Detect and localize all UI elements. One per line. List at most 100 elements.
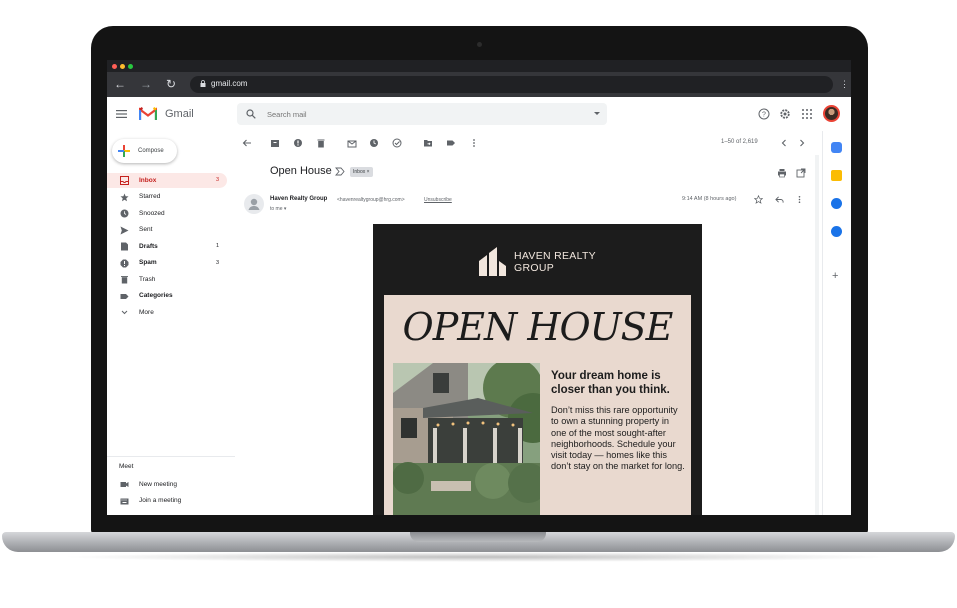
message-timestamp: 9:14 AM (8 hours ago)	[682, 196, 737, 202]
back-arrow-icon[interactable]: ←	[114, 77, 126, 91]
maximize-window-button[interactable]	[128, 64, 133, 69]
meet-item-label: New meeting	[139, 480, 177, 488]
search-input[interactable]	[267, 107, 567, 121]
keyboard-icon	[120, 498, 129, 504]
report-spam-icon[interactable]	[293, 138, 303, 148]
newer-chevron-icon[interactable]	[797, 138, 807, 148]
lock-icon	[200, 80, 206, 87]
webcam	[477, 42, 482, 47]
search-options-icon[interactable]	[594, 112, 600, 115]
account-avatar[interactable]	[823, 105, 840, 122]
delete-icon[interactable]	[316, 138, 326, 148]
address-text: gmail.com	[211, 79, 248, 88]
sidebar-item-drafts[interactable]: Drafts 1	[107, 239, 227, 254]
remove-label-icon[interactable]: ×	[367, 169, 370, 175]
spam-icon	[120, 259, 129, 267]
forward-arrow-icon[interactable]: →	[140, 77, 152, 91]
message-scrollbar[interactable]	[815, 155, 819, 515]
sidebar-item-label: Sent	[139, 226, 153, 233]
keep-icon[interactable]	[831, 170, 842, 181]
recipient-text: to me	[270, 206, 283, 212]
browser-menu-icon[interactable]: ⋮	[840, 77, 849, 91]
sidebar-item-count: 3	[215, 177, 219, 183]
brand-name-line1: HAVEN REALTY	[514, 250, 596, 262]
search-icon[interactable]	[246, 109, 256, 119]
calendar-icon[interactable]	[831, 142, 842, 153]
sender-email: <havenrealtygroup@hrg.com>	[337, 197, 405, 203]
sidebar-item-spam[interactable]: Spam 3	[107, 256, 227, 271]
sidebar-item-label: Categories	[139, 292, 173, 299]
meet-new-meeting[interactable]: New meeting	[120, 479, 230, 491]
apps-grid-icon[interactable]	[801, 108, 813, 120]
sidebar-item-label: Spam	[139, 259, 157, 266]
side-panel	[822, 131, 851, 515]
star-icon	[120, 193, 129, 201]
message-more-icon[interactable]	[795, 195, 804, 204]
minimize-window-button[interactable]	[120, 64, 125, 69]
address-bar[interactable]	[190, 76, 833, 93]
sender-name[interactable]: Haven Realty Group	[270, 196, 327, 202]
sidebar-item-more[interactable]: More	[107, 305, 227, 320]
video-icon	[120, 482, 129, 487]
sidebar-item-label: Trash	[139, 275, 156, 283]
haven-house-logo-icon	[479, 247, 506, 276]
draft-icon	[121, 242, 128, 251]
send-icon	[120, 226, 129, 234]
star-icon[interactable]	[754, 195, 763, 204]
label-icon	[120, 293, 129, 299]
back-to-inbox-icon[interactable]	[242, 138, 252, 148]
tasks-icon[interactable]	[831, 198, 842, 209]
sidebar-item-label: Snoozed	[139, 209, 165, 217]
pagination-range: 1–50 of 2,619	[721, 139, 758, 145]
mark-unread-icon[interactable]	[347, 138, 357, 148]
sender-avatar[interactable]	[244, 194, 264, 214]
sidebar-item-count: 3	[215, 259, 219, 266]
browser-tabstrip	[107, 60, 851, 72]
more-vertical-icon[interactable]	[469, 138, 479, 148]
sidebar-item-inbox[interactable]: Inbox 3	[107, 173, 227, 188]
inbox-icon	[120, 176, 129, 185]
archive-icon[interactable]	[270, 138, 280, 148]
inbox-label-text: Inbox	[353, 169, 366, 175]
help-icon[interactable]: ?	[758, 108, 770, 120]
compose-plus-icon	[118, 145, 130, 157]
labels-icon[interactable]	[446, 138, 456, 148]
add-to-tasks-icon[interactable]	[392, 138, 402, 148]
laptop-screen: ← → ↻ gmail.com ⋮ Gmail ?	[107, 60, 851, 515]
trash-icon	[121, 276, 128, 284]
hamburger-menu-icon[interactable]	[116, 110, 127, 118]
print-icon[interactable]	[777, 168, 787, 178]
gmail-logo-icon[interactable]	[139, 107, 157, 121]
importance-marker-icon[interactable]	[335, 167, 345, 176]
get-addons-plus-icon[interactable]: +	[832, 270, 838, 282]
sidebar-item-trash[interactable]: Trash	[107, 272, 227, 287]
recipient-details-toggle[interactable]: to me ▾	[270, 206, 286, 212]
brand-name-line2: GROUP	[514, 262, 555, 274]
inbox-label-chip[interactable]: Inbox ×	[350, 167, 373, 177]
contacts-icon[interactable]	[831, 226, 842, 237]
close-window-button[interactable]	[112, 64, 117, 69]
house-photo	[393, 363, 540, 515]
sidebar-item-categories[interactable]: Categories	[107, 289, 227, 304]
sidebar-item-snoozed[interactable]: Snoozed	[107, 206, 227, 221]
sidebar-item-label: Drafts	[139, 242, 158, 250]
laptop-mockup: ← → ↻ gmail.com ⋮ Gmail ?	[0, 0, 957, 608]
snooze-icon[interactable]	[369, 138, 379, 148]
move-to-icon[interactable]	[423, 138, 433, 148]
person-icon	[248, 198, 260, 210]
sidebar-item-label: Inbox	[139, 176, 157, 184]
reply-icon[interactable]	[775, 195, 784, 204]
unsubscribe-link[interactable]: Unsubscribe	[424, 197, 452, 203]
sidebar-item-count: 1	[215, 243, 219, 249]
settings-gear-icon[interactable]	[779, 108, 791, 120]
reload-icon[interactable]: ↻	[166, 77, 176, 91]
message-subject: Open House	[270, 165, 332, 177]
meet-join-a-meeting[interactable]: Join a meeting	[120, 496, 230, 508]
open-in-new-window-icon[interactable]	[796, 168, 806, 178]
sidebar-item-label: Starred	[139, 193, 161, 200]
sidebar-item-sent[interactable]: Sent	[107, 223, 227, 238]
sidebar-item-starred[interactable]: Starred	[107, 190, 227, 205]
promo-body: Don’t miss this rare opportunity to own …	[551, 405, 685, 472]
older-chevron-icon[interactable]	[779, 138, 789, 148]
sidebar-divider	[107, 456, 235, 457]
